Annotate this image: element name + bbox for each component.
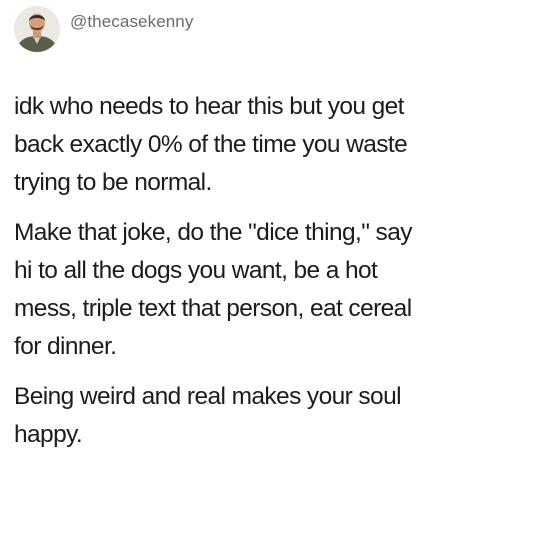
text-line: for dinner. — [14, 333, 117, 360]
username[interactable]: @thecasekenny — [70, 12, 193, 32]
text-line: Make that joke, do the "dice thing," say — [14, 219, 412, 246]
text-line: hi to all the dogs you want, be a hot — [14, 257, 378, 284]
person-avatar-icon — [14, 6, 60, 52]
post-paragraph: idk who needs to hear this but you get b… — [14, 88, 534, 202]
post-paragraph: Make that joke, do the "dice thing," say… — [14, 214, 534, 366]
text-line: Being weird and real makes your soul — [14, 383, 402, 410]
post-header: @thecasekenny — [14, 6, 193, 54]
text-line: back exactly 0% of the time you waste — [14, 131, 408, 158]
avatar[interactable] — [14, 6, 60, 52]
text-line: idk who needs to hear this but you get — [14, 93, 404, 120]
text-line: mess, triple text that person, eat cerea… — [14, 295, 412, 322]
text-line: happy. — [14, 421, 83, 448]
post-paragraph: Being weird and real makes your soul hap… — [14, 378, 534, 454]
post-body: idk who needs to hear this but you get b… — [14, 88, 534, 466]
text-line: trying to be normal. — [14, 169, 212, 196]
